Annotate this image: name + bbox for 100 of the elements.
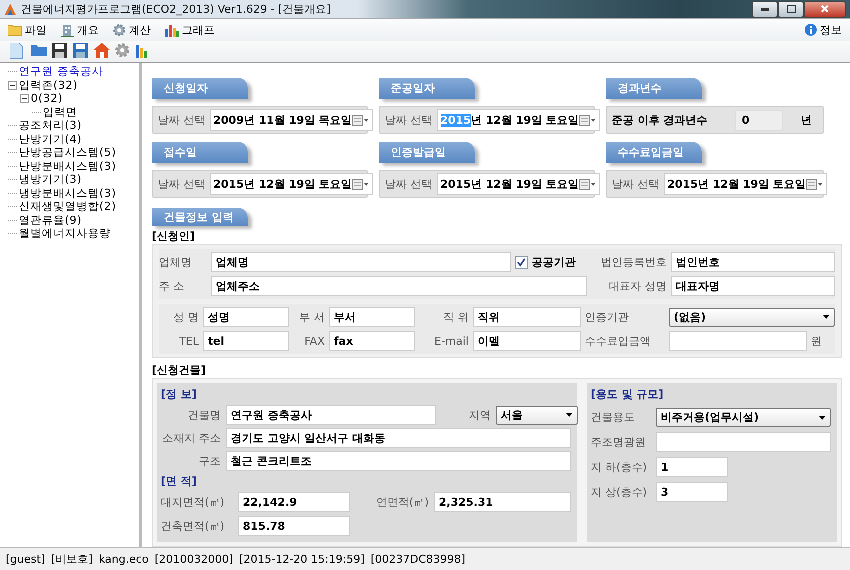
dropdown[interactable]: (없음) (669, 308, 835, 326)
field-label: 지 하(층수) (591, 460, 648, 474)
status-text: [2010032000] (154, 552, 234, 566)
date-label: 날짜 선택 (385, 112, 432, 128)
input-field[interactable]: 철근 콘크리트조 (226, 451, 571, 471)
input-field[interactable]: 3 (656, 482, 728, 502)
unit-label: 원 (811, 334, 823, 348)
tree-item[interactable]: 월별에너지사용량 (19, 226, 111, 242)
save-button[interactable] (52, 43, 69, 60)
input-field[interactable] (656, 432, 831, 452)
calendar-dropdown-icon[interactable] (579, 178, 598, 190)
group-heading: [용도 및 규모] (591, 387, 665, 402)
maximize-button[interactable] (778, 0, 804, 18)
menu-item[interactable]: 그래프 (165, 22, 215, 38)
date-picker[interactable]: 2015년 12월 19일 토요일 (664, 173, 828, 195)
checkmark-icon (517, 258, 526, 266)
info-menu-item[interactable]: 정보 (805, 22, 842, 38)
menu-item[interactable]: 파일 (8, 22, 47, 38)
calendar-dropdown-icon[interactable] (806, 178, 824, 190)
save-as-button[interactable] (73, 43, 90, 60)
field-label: 법인등록번호 (600, 254, 667, 270)
menu-item[interactable]: 계산 (113, 22, 151, 38)
field-label: 인증기관 (585, 310, 630, 324)
input-field[interactable]: fax (329, 331, 415, 351)
collapse-icon[interactable] (8, 80, 17, 90)
bar-chart-icon (165, 24, 179, 36)
tree-item[interactable]: 입력존(32) (19, 78, 78, 93)
gear-icon (113, 24, 126, 36)
date-picker[interactable]: 2015년 12월 19일 토요일 (210, 173, 374, 195)
calendar-dropdown-icon[interactable] (352, 114, 370, 126)
field-label: 업체명 (159, 254, 193, 270)
input-field[interactable] (669, 331, 807, 351)
close-button[interactable] (804, 0, 846, 18)
date-label: 날짜 선택 (612, 176, 660, 192)
field-label: 직 위 (442, 310, 469, 324)
calendar-dropdown-icon[interactable] (579, 114, 598, 126)
tree-item[interactable]: 냉방분배시스템(3) (19, 186, 117, 201)
field-label: 지 상(층수) (591, 484, 648, 500)
app-icon (4, 2, 17, 16)
input-field[interactable]: 법인번호 (671, 252, 835, 272)
input-field[interactable]: 부서 (329, 307, 415, 327)
field-label: 지역 (468, 408, 491, 422)
date-label: 날짜 선택 (385, 176, 432, 192)
field-label: 부 서 (298, 310, 325, 324)
field-label: 건축면적(㎡) (161, 518, 226, 534)
field-label: 구조 (198, 454, 221, 468)
tree-item[interactable]: 냉방기기(3) (19, 172, 82, 188)
input-field[interactable]: 대표자명 (671, 276, 835, 296)
field-label: 건물용도 (591, 410, 636, 425)
dropdown[interactable]: 비주거용(업무시설) (656, 408, 831, 427)
section-heading: [신청건물] (152, 363, 208, 378)
input-field[interactable]: 2,325.31 (434, 492, 571, 512)
input-field[interactable]: 연구원 증축공사 (226, 405, 436, 425)
field-label: E-mail (434, 334, 469, 348)
date-picker[interactable]: 2015년 12월 19일 토요일 (436, 173, 600, 195)
building-icon (61, 24, 74, 36)
group-heading: [정 보] (161, 387, 198, 402)
collapse-icon[interactable] (20, 94, 29, 104)
input-field[interactable]: 성명 (203, 307, 289, 327)
input-field[interactable]: 직위 (473, 307, 581, 327)
tree-item[interactable]: 0(32) (31, 92, 64, 106)
folder-icon (8, 24, 22, 36)
date-picker[interactable]: 2015년 12월 19일 토요일 (436, 109, 600, 131)
input-field[interactable]: 815.78 (238, 516, 350, 536)
minimize-icon (761, 8, 769, 10)
tree-item[interactable]: 공조처리(3) (19, 118, 82, 134)
tree-item[interactable]: 난방공급시스템(5) (19, 145, 117, 160)
input-field[interactable]: 업체주소 (211, 276, 587, 296)
field-label: 연면적(㎡) (375, 494, 429, 510)
input-field[interactable]: 업체명 (211, 252, 511, 272)
home-button[interactable] (94, 43, 111, 60)
bar-chart-icon (136, 43, 150, 58)
field-label: 주조명광원 (591, 434, 647, 450)
elapsed-years-field: 0 (735, 110, 783, 130)
input-field[interactable]: tel (203, 331, 289, 351)
info-icon (805, 24, 817, 36)
date-picker[interactable]: 2009년 11월 19일 목요일 (210, 109, 374, 131)
input-field[interactable]: 22,142.9 (238, 492, 350, 512)
settings-button[interactable] (115, 43, 132, 60)
tree-item[interactable]: 난방분배시스템(3) (19, 158, 117, 174)
calendar-dropdown-icon[interactable] (352, 178, 370, 190)
input-field[interactable]: 경기도 고양시 일산서구 대화동 (226, 428, 571, 448)
input-field[interactable]: 1 (656, 457, 728, 477)
field-label: TEL (178, 334, 199, 348)
folder-icon (31, 43, 47, 56)
tree-item[interactable]: 열관류율(9) (19, 212, 82, 228)
input-field[interactable]: 이멜 (473, 331, 581, 351)
tree-item[interactable]: 입력면 (43, 104, 78, 120)
minimize-button[interactable] (752, 0, 778, 18)
field-label: 대지면적(㎡) (161, 494, 226, 510)
maximize-icon (786, 5, 796, 13)
group-heading: [면 적] (161, 474, 198, 489)
dropdown-arrow-icon (819, 416, 826, 420)
menu-item[interactable]: 개요 (61, 22, 99, 38)
tree-item[interactable]: 신재생및열병합(2) (19, 199, 117, 214)
tree-item[interactable]: 난방기기(4) (19, 132, 82, 147)
field-label: 대표자 성명 (608, 278, 667, 294)
tree-item[interactable]: 연구원 증축공사 (19, 64, 104, 80)
checkbox[interactable]: 공공기관 (515, 254, 587, 270)
dropdown[interactable]: 서울 (496, 406, 578, 424)
